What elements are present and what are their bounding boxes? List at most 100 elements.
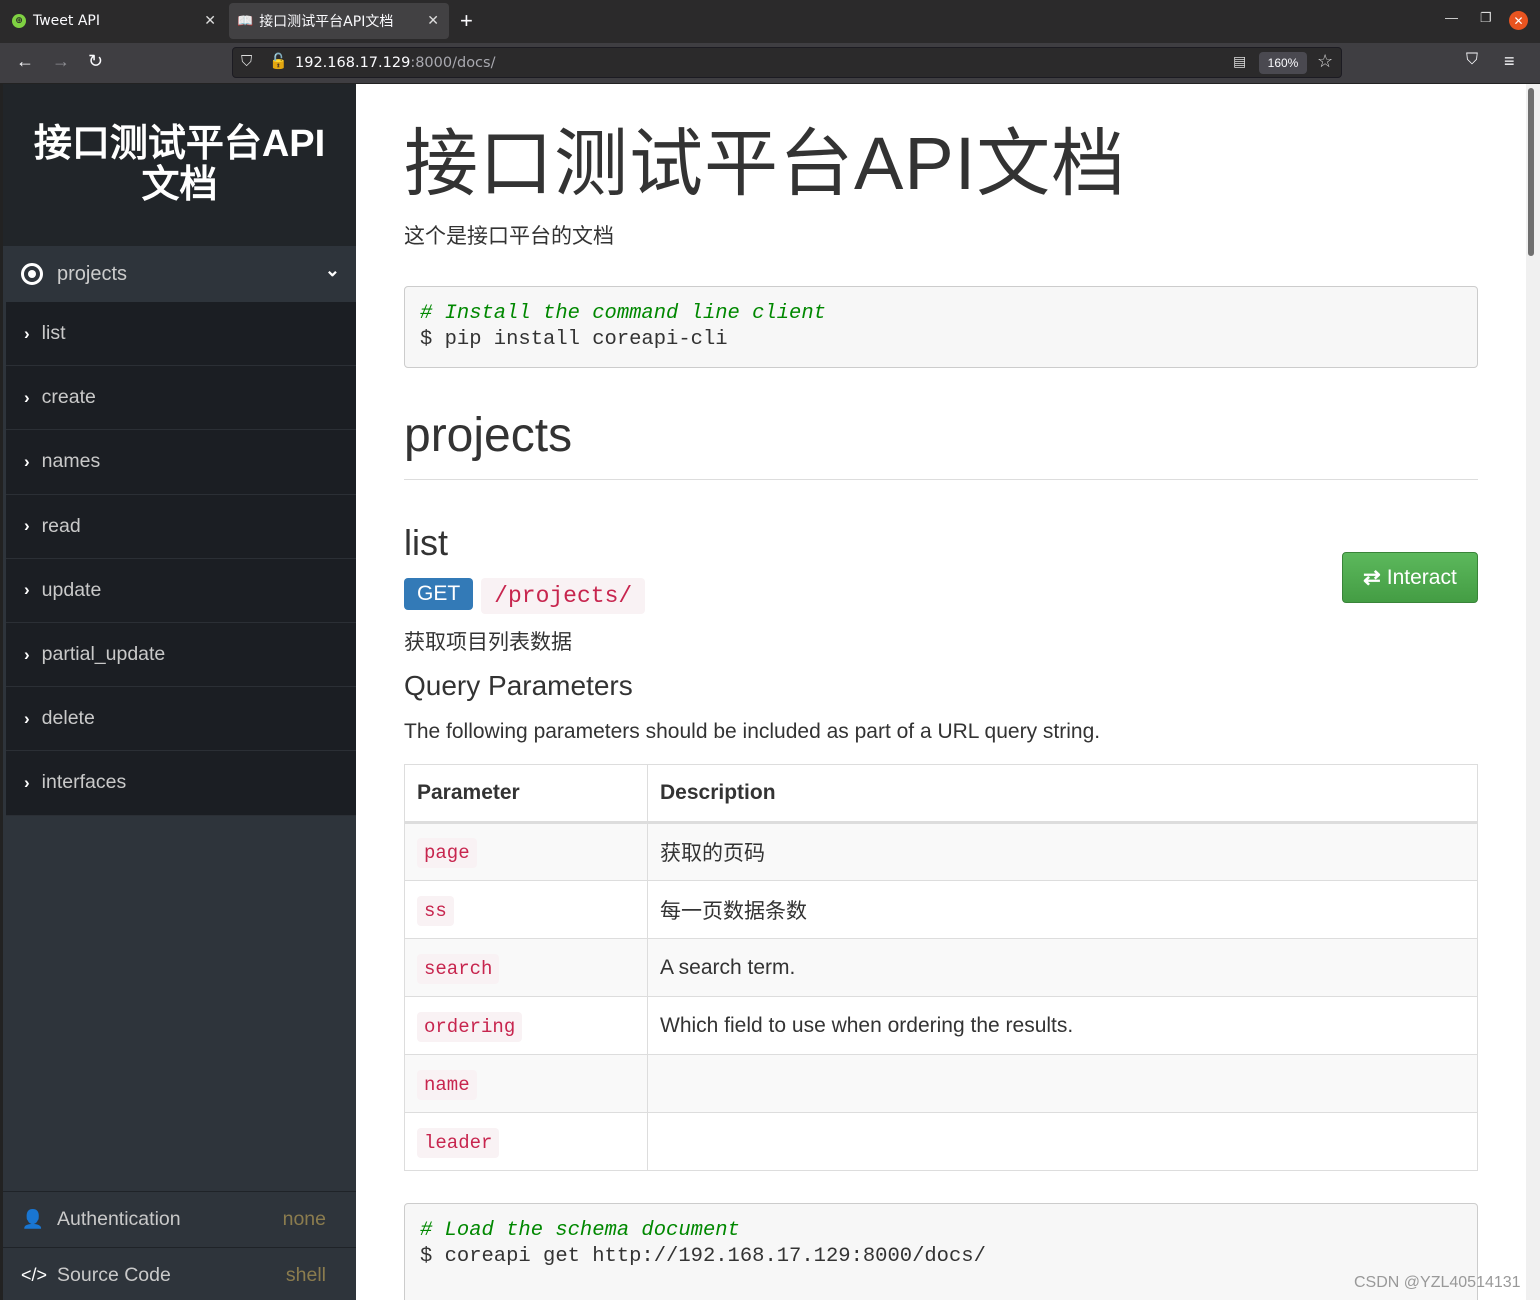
- page-title: 接口测试平台API文档: [404, 122, 1127, 205]
- minimize-button[interactable]: —: [1445, 10, 1458, 25]
- table-row: ordering Which field to use when ordering…: [404, 996, 1478, 1055]
- code-command: $ pip install coreapi-cli: [420, 328, 728, 351]
- param-desc: [647, 1054, 1478, 1113]
- footer-label: Source Code: [57, 1264, 171, 1286]
- endpoint-description: 获取项目列表数据: [404, 631, 572, 654]
- sidebar-item-interfaces[interactable]: › interfaces: [6, 751, 356, 816]
- forward-button[interactable]: →: [52, 51, 70, 72]
- shield-icon[interactable]: ⛉: [241, 53, 252, 70]
- sidebar-item-list[interactable]: › list: [6, 302, 356, 367]
- sidebar-item-label: interfaces: [41, 771, 127, 794]
- footer-value: shell: [285, 1264, 326, 1286]
- menu-icon[interactable]: ≡: [1504, 51, 1515, 72]
- bookmark-star-icon[interactable]: ☆: [1317, 51, 1333, 72]
- interact-label: Interact: [1386, 565, 1457, 589]
- param-desc: 获取的页码: [647, 822, 1478, 881]
- sidebar-authentication[interactable]: 👤 Authentication none: [3, 1191, 356, 1247]
- param-desc: A search term.: [647, 938, 1478, 997]
- param-name: search: [417, 953, 500, 984]
- endpoint-title: list: [404, 522, 448, 563]
- reader-book-icon: 📖: [237, 13, 254, 29]
- sidebar-item-partial-update[interactable]: › partial_update: [6, 623, 356, 688]
- main-content: 接口测试平台API文档 这个是接口平台的文档 # Install the com…: [356, 84, 1526, 1300]
- back-button[interactable]: ←: [16, 51, 34, 72]
- query-params-title: Query Parameters: [404, 670, 633, 701]
- code-command: $ coreapi get http://192.168.17.129:8000…: [420, 1245, 986, 1268]
- reload-button[interactable]: ↻: [88, 51, 103, 72]
- sidebar-item-label: update: [41, 578, 102, 601]
- scrollbar-thumb[interactable]: [1528, 88, 1534, 256]
- interact-button[interactable]: ⇄ Interact: [1342, 552, 1478, 603]
- schema-code-block: # Load the schema document $ coreapi get…: [404, 1203, 1478, 1300]
- close-tab-icon[interactable]: ✕: [204, 13, 216, 29]
- reader-view-icon[interactable]: ▤: [1233, 53, 1246, 70]
- page-scrollbar[interactable]: [1526, 84, 1540, 1300]
- code-comment: # Load the schema document: [420, 1219, 740, 1242]
- param-name: page: [417, 838, 477, 868]
- chevron-right-icon: ›: [24, 516, 30, 536]
- chevron-right-icon: ›: [24, 323, 30, 343]
- sidebar-item-create[interactable]: › create: [6, 366, 356, 431]
- browser-tab-bar: ⊕ Tweet API ✕ 📖 接口测试平台API文档 ✕ + — ❐ ✕: [0, 0, 1540, 43]
- sidebar-group-projects[interactable]: projects ⌄: [3, 246, 356, 302]
- sidebar-item-delete[interactable]: › delete: [6, 687, 356, 752]
- close-tab-icon[interactable]: ✕: [427, 13, 439, 29]
- sidebar-item-update[interactable]: › update: [6, 559, 356, 623]
- insecure-lock-icon[interactable]: 🔓: [269, 52, 288, 70]
- chevron-right-icon: ›: [24, 772, 30, 792]
- method-badge: GET: [404, 578, 474, 610]
- tab-api-docs[interactable]: 📖 接口测试平台API文档 ✕: [229, 3, 449, 39]
- sidebar-item-label: names: [41, 450, 101, 473]
- user-icon: 👤: [21, 1209, 45, 1229]
- sidebar-item-label: delete: [41, 707, 95, 730]
- window-close-button[interactable]: ✕: [1509, 11, 1528, 30]
- tab-tweet-api[interactable]: ⊕ Tweet API ✕: [0, 3, 226, 39]
- page-subtitle: 这个是接口平台的文档: [404, 225, 614, 248]
- target-icon: [21, 263, 43, 285]
- sidebar-item-label: read: [41, 514, 81, 537]
- sidebar-list: › list › create › names › read › update › part…: [6, 302, 356, 816]
- tab-title: 接口测试平台API文档: [259, 14, 394, 30]
- sidebar-item-label: partial_update: [41, 643, 166, 666]
- table-row: name: [404, 1054, 1478, 1113]
- table-row: leader: [404, 1112, 1478, 1171]
- sidebar-title[interactable]: 接口测试平台API文档: [3, 84, 356, 246]
- code-comment: # Install the command line client: [420, 302, 826, 325]
- param-name: leader: [417, 1127, 500, 1158]
- zoom-level-badge[interactable]: 160%: [1259, 52, 1307, 74]
- table-row: page 获取的页码: [404, 822, 1478, 881]
- sidebar-item-label: create: [41, 386, 96, 409]
- sidebar-item-read[interactable]: › read: [6, 495, 356, 559]
- footer-value: none: [282, 1208, 326, 1230]
- install-code-block: # Install the command line client $ pip …: [404, 286, 1478, 368]
- endpoint-path: /projects/: [481, 578, 646, 614]
- sidebar-source-code[interactable]: </> Source Code shell: [3, 1247, 356, 1303]
- param-desc: Which field to use when ordering the res…: [647, 996, 1478, 1055]
- url-bar[interactable]: ⛉ 🔓 192.168.17.129:8000/docs/ ▤ 160% ☆: [232, 47, 1342, 78]
- code-icon: </>: [21, 1265, 48, 1285]
- table-row: search A search term.: [404, 938, 1478, 997]
- exchange-arrows-icon: ⇄: [1363, 566, 1381, 589]
- maximize-button[interactable]: ❐: [1480, 10, 1492, 26]
- section-title: projects: [404, 408, 1478, 480]
- watermark: CSDN @YZL40514131: [1354, 1274, 1521, 1291]
- pocket-icon[interactable]: ⛉: [1466, 51, 1478, 69]
- footer-label: Authentication: [57, 1208, 181, 1230]
- chevron-right-icon: ›: [24, 580, 30, 600]
- param-name: ordering: [417, 1011, 523, 1042]
- sidebar-item-names[interactable]: › names: [6, 430, 356, 495]
- param-desc: 每一页数据条数: [647, 880, 1478, 939]
- new-tab-button[interactable]: +: [460, 8, 473, 34]
- sidebar-group-label: projects: [57, 262, 128, 285]
- sidebar: 接口测试平台API文档 projects ⌄ › list › create › na…: [0, 84, 356, 1300]
- chevron-right-icon: ›: [24, 644, 30, 664]
- param-name: name: [417, 1069, 477, 1100]
- param-name: ss: [417, 895, 454, 926]
- header-description: Description: [647, 764, 1478, 824]
- globe-icon: ⊕: [12, 14, 26, 28]
- tab-title: Tweet API: [33, 13, 100, 29]
- table-row: ss 每一页数据条数: [404, 880, 1478, 939]
- sidebar-item-label: list: [41, 322, 66, 345]
- query-params-description: The following parameters should be inclu…: [404, 720, 1101, 743]
- url-text[interactable]: 192.168.17.129:8000/docs/: [295, 55, 495, 71]
